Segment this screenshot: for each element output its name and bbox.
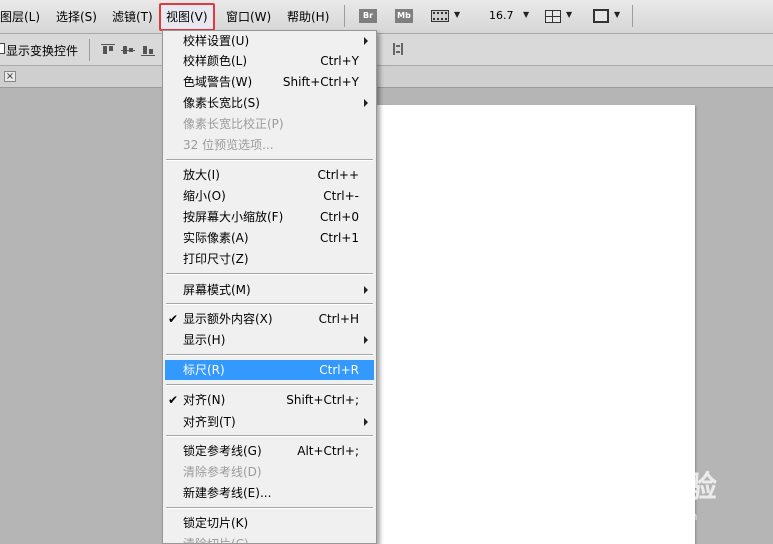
arrange-chevron-down-icon[interactable]: ▼: [566, 10, 572, 19]
menu-item-new-guide[interactable]: 新建参考线(E)...: [163, 483, 376, 503]
menu-layer[interactable]: 图层(L): [0, 9, 40, 25]
menu-separator: [166, 273, 373, 275]
menu-shortcut: Shift+Ctrl+Y: [282, 75, 359, 89]
align-vertical-center-icon[interactable]: [121, 44, 135, 56]
paw-logo-icon: [648, 454, 688, 494]
show-transform-label: 显示变换控件: [6, 44, 79, 58]
menu-item-proof-setup[interactable]: 校样设置(U): [163, 31, 376, 51]
menu-item-print-size[interactable]: 打印尺寸(Z): [163, 249, 376, 269]
zoom-chevron-down-icon[interactable]: ▼: [523, 10, 529, 19]
menu-shortcut: Ctrl+R: [319, 363, 359, 377]
align-top-icon[interactable]: [101, 44, 115, 56]
chevron-down-icon[interactable]: ▼: [454, 10, 460, 19]
menu-item-pixel-aspect-correction: 像素长宽比校正(P): [183, 117, 284, 131]
checkmark-icon: ✔: [168, 312, 179, 326]
menu-shortcut: Alt+Ctrl+;: [297, 444, 359, 458]
menu-shortcut: Ctrl++: [317, 168, 359, 182]
menu-select[interactable]: 选择(S): [56, 9, 97, 25]
close-icon[interactable]: ×: [4, 71, 16, 82]
menu-shortcut: Ctrl+H: [318, 312, 359, 326]
menu-item-rulers[interactable]: 标尺(R) Ctrl+R: [165, 360, 374, 380]
menu-item-extras[interactable]: ✔ 显示额外内容(X) Ctrl+H: [163, 309, 376, 329]
align-bottom-icon[interactable]: [141, 44, 155, 56]
menu-separator: [166, 507, 373, 509]
submenu-arrow-icon: [364, 286, 368, 294]
options-divider: [89, 39, 90, 61]
watermark-url: jingyan.baidu.com: [596, 510, 698, 523]
submenu-arrow-icon: [364, 37, 368, 45]
menu-item-snap[interactable]: ✔ 对齐(N) Shift+Ctrl+;: [163, 390, 376, 410]
menu-separator: [166, 303, 373, 305]
menu-item-zoom-in[interactable]: 放大(I) Ctrl++: [163, 165, 376, 185]
options-bar: 显示变换控件: [0, 34, 773, 66]
menu-item-show[interactable]: 显示(H): [163, 330, 376, 350]
menu-item-lock-guides[interactable]: 锁定参考线(G) Alt+Ctrl+;: [163, 441, 376, 461]
menu-separator: [166, 435, 373, 437]
menu-help[interactable]: 帮助(H): [287, 9, 329, 25]
submenu-arrow-icon: [364, 99, 368, 107]
view-menu-dropdown: 校样设置(U) 校样颜色(L) Ctrl+Y 色域警告(W) Shift+Ctr…: [162, 30, 377, 544]
menu-filter[interactable]: 滤镜(T): [112, 9, 153, 25]
screen-mode-chevron-down-icon[interactable]: ▼: [614, 10, 620, 19]
menu-item-32bit-preview: 32 位预览选项...: [183, 138, 274, 152]
show-transform-checkbox[interactable]: [0, 43, 5, 54]
menu-shortcut: Shift+Ctrl+;: [286, 393, 359, 407]
menu-shortcut: Ctrl+1: [319, 231, 359, 245]
document-tab-strip: ×: [0, 66, 773, 88]
menu-item-clear-guides: 清除参考线(D): [183, 465, 262, 479]
arrange-documents-icon[interactable]: [545, 10, 561, 23]
menu-bar: 图层(L) 选择(S) 滤镜(T) 视图(V) 窗口(W) 帮助(H) Br M…: [0, 0, 773, 34]
menu-view[interactable]: 视图(V): [159, 3, 215, 31]
menu-separator: [166, 384, 373, 386]
menu-shortcut: Ctrl+-: [323, 189, 359, 203]
auto-align-icon[interactable]: [390, 41, 406, 57]
menu-separator: [166, 354, 373, 356]
menubar-divider-2: [632, 5, 633, 27]
submenu-arrow-icon: [364, 418, 368, 426]
menu-item-lock-slices[interactable]: 锁定切片(K): [163, 513, 376, 533]
menu-separator: [166, 159, 373, 161]
checkmark-icon: ✔: [168, 393, 179, 407]
menubar-divider: [344, 5, 345, 27]
menu-shortcut: Ctrl+0: [319, 210, 359, 224]
zoom-level[interactable]: 16.7: [489, 9, 514, 22]
menu-item-gamut-warning[interactable]: 色域警告(W) Shift+Ctrl+Y: [163, 72, 376, 92]
menu-item-clear-slices: 清除切片(C): [183, 537, 249, 544]
menu-item-pixel-aspect-ratio[interactable]: 像素长宽比(S): [163, 93, 376, 113]
menu-shortcut: Ctrl+Y: [320, 54, 359, 68]
screen-mode-icon[interactable]: [593, 9, 609, 23]
menu-item-fit-on-screen[interactable]: 按屏幕大小缩放(F) Ctrl+0: [163, 207, 376, 227]
menu-item-zoom-out[interactable]: 缩小(O) Ctrl+-: [163, 186, 376, 206]
menu-item-screen-mode[interactable]: 屏幕模式(M): [163, 280, 376, 300]
menu-item-snap-to[interactable]: 对齐到(T): [163, 412, 376, 432]
film-frame-icon[interactable]: [431, 10, 449, 22]
menu-item-proof-colors[interactable]: 校样颜色(L) Ctrl+Y: [163, 51, 376, 71]
submenu-arrow-icon: [364, 336, 368, 344]
menu-item-actual-pixels[interactable]: 实际像素(A) Ctrl+1: [163, 228, 376, 248]
menu-window[interactable]: 窗口(W): [226, 9, 271, 25]
minibridge-button[interactable]: Mb: [395, 9, 413, 23]
bridge-button[interactable]: Br: [359, 9, 377, 23]
